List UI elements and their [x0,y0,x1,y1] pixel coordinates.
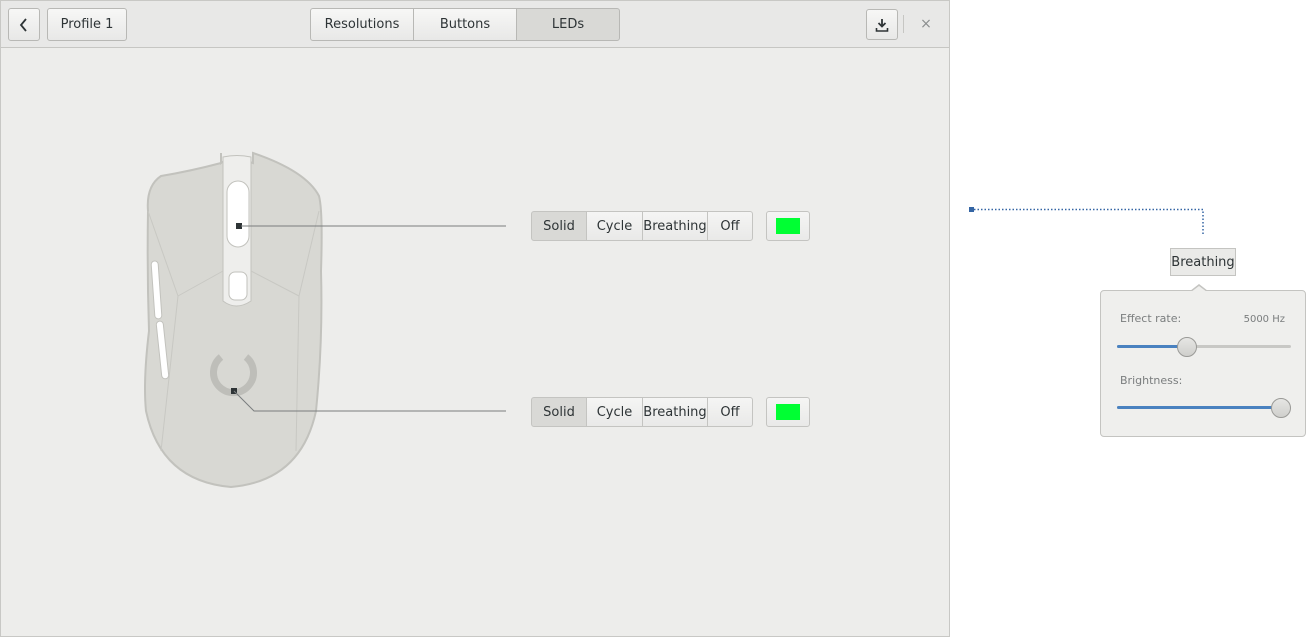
effect-rate-label: Effect rate: [1120,312,1182,325]
breathing-mode-label: Breathing [1171,254,1235,270]
tab-buttons-label: Buttons [439,17,491,32]
led1-mode-cycle[interactable]: Cycle [586,211,643,241]
save-button[interactable] [866,9,898,40]
brightness-slider[interactable] [1117,398,1291,418]
effect-rate-slider[interactable] [1117,337,1291,357]
app-window: Profile 1 Resolutions Buttons LEDs × Sol… [0,0,950,637]
close-button[interactable]: × [917,14,935,34]
tab-buttons[interactable]: Buttons [413,8,517,41]
led2-mode-breathing-label: Breathing [643,404,707,420]
led1-mode-solid-label: Solid [543,218,575,234]
close-icon: × [920,16,932,32]
effect-rate-knob[interactable] [1177,337,1198,357]
tab-resolutions[interactable]: Resolutions [310,8,414,41]
led1-mode-breathing[interactable]: Breathing [642,211,708,241]
effect-rate-value: 5000 Hz [1243,314,1285,325]
led1-color-button[interactable] [766,211,810,241]
back-button[interactable] [8,8,40,41]
breathing-settings-popover: Effect rate: 5000 Hz Brightness: [1100,290,1306,437]
popover-arrow-inner [1191,285,1207,292]
mouse-illustration [144,151,323,489]
led2-mode-solid-label: Solid [543,404,575,420]
led1-mode-breathing-label: Breathing [643,218,707,234]
led2-mode-solid[interactable]: Solid [531,397,587,427]
profile-button[interactable]: Profile 1 [47,8,127,41]
headerbar: Profile 1 Resolutions Buttons LEDs × [1,1,949,48]
download-save-icon [875,18,889,32]
led2-color-button[interactable] [766,397,810,427]
led2-mode-breathing[interactable]: Breathing [642,397,708,427]
led-mode-group-2: Solid Cycle Breathing Off [531,397,753,427]
brightness-label: Brightness: [1120,374,1183,387]
led2-color-swatch [776,404,800,420]
tab-bar: Resolutions Buttons LEDs [310,8,620,41]
led1-mode-off-label: Off [720,218,740,234]
breathing-mode-chip: Breathing [1170,248,1236,276]
tab-leds[interactable]: LEDs [516,8,620,41]
tab-resolutions-label: Resolutions [324,17,400,32]
led2-mode-off[interactable]: Off [707,397,753,427]
led-mode-group-1: Solid Cycle Breathing Off [531,211,753,241]
brightness-fill [1117,406,1281,409]
led2-mode-cycle[interactable]: Cycle [586,397,643,427]
profile-label: Profile 1 [60,17,114,32]
led1-color-swatch [776,218,800,234]
led2-mode-cycle-label: Cycle [596,404,633,420]
brightness-knob[interactable] [1271,398,1291,418]
tab-leds-label: LEDs [551,17,585,32]
led2-mode-off-label: Off [720,404,740,420]
led1-mode-solid[interactable]: Solid [531,211,587,241]
header-separator [903,15,904,33]
led1-mode-cycle-label: Cycle [596,218,633,234]
led1-mode-off[interactable]: Off [707,211,753,241]
chevron-left-icon [19,17,27,32]
